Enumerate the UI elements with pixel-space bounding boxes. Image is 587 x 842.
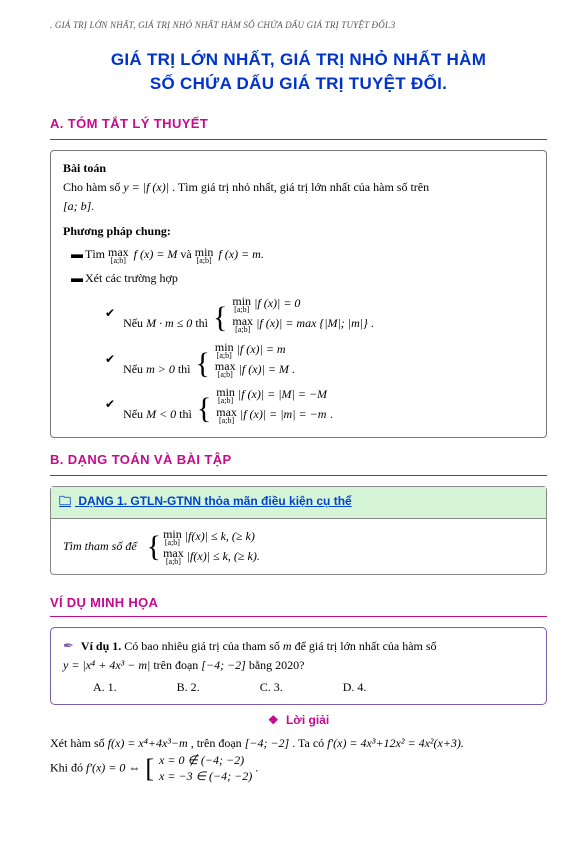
- choices-row: A. 1. B. 2. C. 3. D. 4.: [63, 678, 534, 696]
- c1-label: Nếu: [123, 316, 146, 330]
- c1-dot: .: [371, 316, 374, 330]
- gear-icon: ❖: [268, 713, 279, 727]
- choice-a: A. 1.: [93, 678, 117, 696]
- example-box: ✒ Ví dụ 1. Có bao nhiêu giá trị của tham…: [50, 627, 547, 705]
- ex-interval: [−4; −2]: [201, 658, 246, 672]
- c3-label: Nếu: [123, 407, 146, 421]
- c2-r2: |f (x)| = M: [239, 362, 289, 376]
- bai-toan-text: Cho hàm số y = |f (x)| . Tìm giá trị nhỏ…: [63, 178, 534, 216]
- ex-q2: để giá trị lớn nhất của hàm số: [295, 639, 437, 653]
- section-b-heading: B. DẠNG TOÁN VÀ BÀI TẬP: [50, 452, 547, 467]
- ex-q1: Có bao nhiêu giá trị của tham số: [124, 639, 283, 653]
- bt-text1: Cho hàm số: [63, 180, 123, 194]
- c2-dot: .: [292, 362, 295, 376]
- l2: Xét các trường hợp: [85, 271, 178, 285]
- dang-body-label: Tìm tham số để: [63, 539, 137, 554]
- c2-label: Nếu: [123, 362, 146, 376]
- vi-du-heading: VÍ DỤ MINH HỌA: [50, 595, 547, 610]
- solution-body: Xét hàm số f(x) = x⁴+4x³−m , trên đoạn […: [50, 733, 547, 785]
- case-1: ✔ Nếu M · m ≤ 0 thì { min[a;b] |f (x)| =…: [63, 294, 534, 334]
- sol-line-2: Khi đó f′(x) = 0 ⇔ [ x = 0 ∉ (−4; −2) x …: [50, 753, 547, 784]
- l1b: và: [180, 247, 194, 261]
- section-a-heading: A. TÓM TẮT LÝ THUYẾT: [50, 116, 547, 131]
- bt-interval: [a; b].: [63, 199, 94, 213]
- method-line-2: ▬ Xét các trường hợp: [63, 269, 534, 288]
- c3-ab1: [a;b]: [216, 397, 235, 405]
- fx-eq-M: f (x) = M: [134, 247, 178, 261]
- sol-line-1: Xét hàm số f(x) = x⁴+4x³−m , trên đoạn […: [50, 733, 547, 753]
- dang-box: 🗀 DẠNG 1. GTLN-GTNN thỏa mãn điều kiện c…: [50, 486, 547, 576]
- section-b-rule: [50, 475, 547, 476]
- d-r1: |f(x)| ≤ k, (≥ k): [185, 529, 255, 543]
- c2-ab2: [a;b]: [215, 371, 236, 379]
- c1-then: thì: [195, 316, 211, 330]
- check-icon: ✔: [105, 294, 115, 323]
- sl1b: f(x) = x⁴+4x³−m: [108, 736, 188, 750]
- ex-fn: y = |x⁴ + 4x³ − m|: [63, 658, 150, 672]
- sl2c1: x = 0 ∉ (−4; −2): [159, 753, 244, 767]
- choice-d: D. 4.: [343, 678, 367, 696]
- bai-toan-label: Bài toán: [63, 159, 534, 178]
- c2-r1: |f (x)| = m: [237, 342, 286, 356]
- c1-cond: M · m ≤ 0: [146, 316, 192, 330]
- c3-ab2: [a;b]: [216, 417, 237, 425]
- fx-eq-m: f (x) = m.: [218, 247, 263, 261]
- d-r2: |f(x)| ≤ k, (≥ k).: [187, 549, 260, 563]
- example-question: ✒ Ví dụ 1. Có bao nhiêu giá trị của tham…: [63, 636, 534, 674]
- d-ab2: [a;b]: [163, 558, 184, 566]
- ex-q3d: bằng 2020?: [249, 658, 305, 672]
- ab1: [a;b]: [108, 257, 129, 265]
- c1-r2: |f (x)| = max {|M|; |m|}: [256, 316, 368, 330]
- c3-then: thì: [179, 407, 195, 421]
- check-icon-3: ✔: [105, 385, 115, 414]
- c1-ab2: [a;b]: [232, 326, 253, 334]
- title-line-1: GIÁ TRỊ LỚN NHẤT, GIÁ TRỊ NHỎ NHẤT HÀM: [111, 50, 486, 69]
- c2-then: thì: [178, 362, 194, 376]
- c3-cond: M < 0: [146, 407, 176, 421]
- folder-icon: 🗀: [59, 494, 71, 508]
- vi-du-rule: [50, 616, 547, 617]
- sl2c2: x = −3 ∈ (−4; −2): [159, 769, 252, 783]
- ex-m: m: [283, 639, 292, 653]
- bt-text2: . Tìm giá trị nhỏ nhất, giá trị lớn nhất…: [172, 180, 429, 194]
- bt-math: y = |f (x)|: [123, 180, 169, 194]
- case-2: ✔ Nếu m > 0 thì { min[a;b] |f (x)| = m m…: [63, 340, 534, 380]
- sl2b: f′(x) = 0 ⇔: [86, 761, 143, 775]
- ex-q3b: trên đoạn: [153, 658, 201, 672]
- c1-ab1: [a;b]: [232, 306, 251, 314]
- theory-box: Bài toán Cho hàm số y = |f (x)| . Tìm gi…: [50, 150, 547, 438]
- sl1a: Xét hàm số: [50, 736, 108, 750]
- title-line-2: SỐ CHỨA DẤU GIÁ TRỊ TUYỆT ĐỐI.: [150, 74, 447, 93]
- sl2a: Khi đó: [50, 761, 86, 775]
- sl2d: .: [255, 761, 258, 775]
- method-label: Phương pháp chung:: [63, 222, 534, 241]
- check-icon-2: ✔: [105, 340, 115, 369]
- choice-c: C. 3.: [260, 678, 283, 696]
- sl1c: , trên đoạn: [191, 736, 245, 750]
- c3-r2: |f (x)| = |m| = −m: [240, 407, 326, 421]
- l1a: Tìm: [85, 247, 108, 261]
- choice-b: B. 2.: [177, 678, 200, 696]
- ab2: [a;b]: [195, 257, 214, 265]
- book-icon: ✒: [63, 638, 74, 653]
- c3-r1: |f (x)| = |M| = −M: [238, 387, 327, 401]
- case-3: ✔ Nếu M < 0 thì { min[a;b] |f (x)| = |M|…: [63, 385, 534, 425]
- c1-r1: |f (x)| = 0: [254, 296, 300, 310]
- dang-header: 🗀 DẠNG 1. GTLN-GTNN thỏa mãn điều kiện c…: [51, 487, 546, 519]
- sl1f: f′(x) = 4x³+12x² = 4x²(x+3).: [327, 736, 464, 750]
- page-header: . GIÁ TRỊ LỚN NHẤT, GIÁ TRỊ NHỎ NHẤT HÀM…: [50, 20, 547, 30]
- dang-body: Tìm tham số để { min[a;b] |f(x)| ≤ k, (≥…: [51, 519, 546, 575]
- solution-head: ❖ Lời giải: [50, 713, 547, 727]
- c3-dot: .: [330, 407, 333, 421]
- ex-label: Ví dụ 1.: [81, 639, 121, 653]
- solution-label: Lời giải: [286, 713, 329, 727]
- section-a-rule: [50, 139, 547, 140]
- method-line-1: ▬ Tìm max[a;b] f (x) = M và min[a;b] f (…: [63, 245, 534, 265]
- sl1d: [−4; −2]: [245, 736, 290, 750]
- sl1e: . Ta có: [292, 736, 327, 750]
- main-title: GIÁ TRỊ LỚN NHẤT, GIÁ TRỊ NHỎ NHẤT HÀM S…: [50, 48, 547, 96]
- dang-title: DẠNG 1. GTLN-GTNN thỏa mãn điều kiện cụ …: [78, 494, 351, 508]
- c2-cond: m > 0: [146, 362, 175, 376]
